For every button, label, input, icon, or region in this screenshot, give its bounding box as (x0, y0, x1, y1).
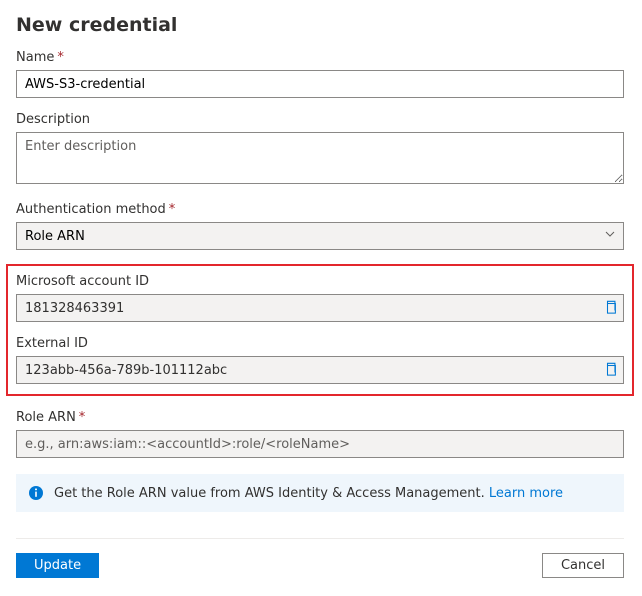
update-button[interactable]: Update (16, 553, 99, 578)
info-banner: Get the Role ARN value from AWS Identity… (16, 474, 624, 512)
field-ms-account-id: Microsoft account ID (16, 274, 624, 322)
field-role-arn: Role ARN* (16, 410, 624, 458)
auth-method-select[interactable]: Role ARN (16, 222, 624, 250)
required-indicator: * (169, 202, 176, 217)
name-label: Name* (16, 50, 624, 65)
field-external-id: External ID (16, 336, 624, 384)
name-label-text: Name (16, 50, 54, 65)
name-input[interactable] (16, 70, 624, 98)
auth-method-label-text: Authentication method (16, 202, 166, 217)
copy-ms-account-id-button[interactable] (602, 298, 620, 318)
highlighted-section: Microsoft account ID External ID (6, 264, 634, 396)
required-indicator: * (57, 50, 64, 65)
ms-account-id-label: Microsoft account ID (16, 274, 624, 289)
learn-more-link[interactable]: Learn more (489, 486, 563, 501)
external-id-label: External ID (16, 336, 624, 351)
ms-account-id-input[interactable] (16, 294, 624, 322)
divider (16, 538, 624, 539)
required-indicator: * (79, 410, 86, 425)
role-arn-input[interactable] (16, 430, 624, 458)
auth-method-label: Authentication method* (16, 202, 624, 217)
copy-external-id-button[interactable] (602, 360, 620, 380)
role-arn-label-text: Role ARN (16, 410, 76, 425)
info-text: Get the Role ARN value from AWS Identity… (54, 486, 489, 501)
info-icon (28, 485, 44, 501)
field-auth-method: Authentication method* Role ARN (16, 202, 624, 250)
page-title: New credential (16, 14, 624, 36)
description-label: Description (16, 112, 624, 127)
role-arn-label: Role ARN* (16, 410, 624, 425)
external-id-input[interactable] (16, 356, 624, 384)
field-description: Description (16, 112, 624, 188)
description-textarea[interactable] (16, 132, 624, 184)
copy-icon (604, 301, 618, 317)
cancel-button[interactable]: Cancel (542, 553, 624, 578)
field-name: Name* (16, 50, 624, 98)
footer-actions: Update Cancel (16, 553, 624, 578)
copy-icon (604, 363, 618, 379)
